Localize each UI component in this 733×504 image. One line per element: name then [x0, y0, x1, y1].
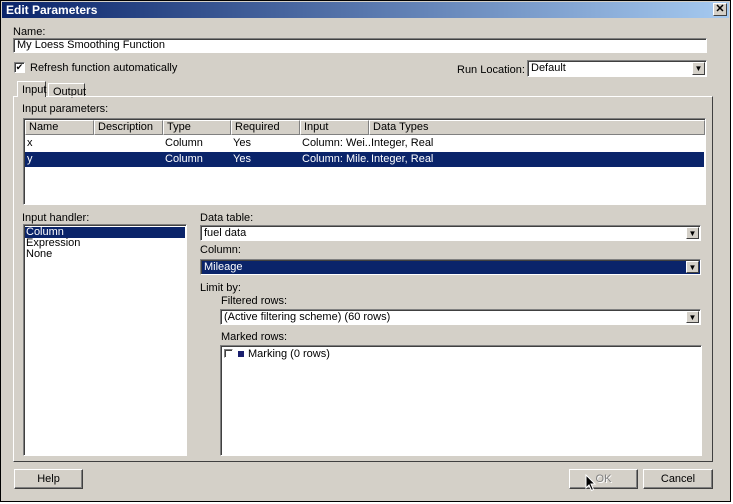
cell-name: y [27, 153, 33, 165]
cell-type: Column [165, 153, 203, 165]
marking-checkbox[interactable] [224, 349, 233, 358]
chevron-down-icon[interactable]: ▼ [686, 311, 699, 323]
col-header-type[interactable]: Type [163, 120, 231, 135]
input-handler-list: Column Expression None [23, 224, 187, 456]
tab-panel: Input parameters: Name Description Type … [13, 96, 713, 462]
cancel-button[interactable]: Cancel [643, 469, 713, 489]
filtered-rows-select[interactable]: (Active filtering scheme) (60 rows) ▼ [220, 309, 701, 325]
mouse-cursor-icon [585, 474, 597, 492]
input-parameters-table: Name Description Type Required Input Dat… [23, 118, 706, 205]
filtered-rows-value: (Active filtering scheme) (60 rows) [224, 311, 391, 323]
col-header-data-types[interactable]: Data Types [369, 120, 705, 135]
ok-button[interactable]: OK [569, 469, 638, 489]
title-bar: Edit Parameters ✕ [2, 2, 729, 18]
filtered-rows-label: Filtered rows: [221, 295, 288, 307]
limit-by-label: Limit by: [200, 282, 241, 294]
close-icon[interactable]: ✕ [713, 3, 727, 16]
data-table-select[interactable]: fuel data ▼ [200, 225, 701, 241]
table-row[interactable]: y Column Yes Column: Mile... Integer, Re… [25, 152, 704, 167]
run-location-select[interactable]: Default ▼ [527, 60, 707, 77]
list-item[interactable]: None [25, 249, 185, 260]
cell-data-types: Integer, Real [371, 137, 434, 149]
marking-label: Marking (0 rows) [248, 348, 330, 360]
run-location-label: Run Location: [457, 64, 525, 76]
window-title: Edit Parameters [6, 3, 98, 17]
refresh-checkbox[interactable]: ✔ [14, 62, 25, 73]
cell-required: Yes [233, 153, 251, 165]
cell-input: Column: Wei... [302, 137, 370, 149]
tab-output[interactable]: Output [48, 83, 86, 98]
edit-parameters-dialog: Edit Parameters ✕ Name: My Loess Smoothi… [0, 0, 731, 502]
col-header-input[interactable]: Input [300, 120, 369, 135]
input-handler-label: Input handler: [22, 212, 90, 224]
cell-type: Column [165, 137, 203, 149]
column-label: Column: [200, 244, 241, 256]
input-params-label: Input parameters: [22, 103, 109, 115]
column-value: Mileage [204, 261, 243, 273]
cell-data-types: Integer, Real [371, 153, 434, 165]
chevron-down-icon[interactable]: ▼ [686, 227, 699, 239]
column-select[interactable]: Mileage ▼ [200, 259, 701, 275]
marking-color-swatch-icon [238, 351, 244, 357]
data-table-label: Data table: [200, 212, 254, 224]
refresh-label: Refresh function automatically [30, 62, 178, 74]
name-input[interactable]: My Loess Smoothing Function [13, 38, 707, 53]
cell-name: x [27, 137, 33, 149]
chevron-down-icon[interactable]: ▼ [686, 261, 699, 273]
marked-rows-label: Marked rows: [221, 331, 288, 343]
data-table-value: fuel data [204, 227, 247, 239]
col-header-name[interactable]: Name [25, 120, 94, 135]
chevron-down-icon[interactable]: ▼ [692, 62, 705, 75]
run-location-value: Default [531, 62, 566, 74]
col-header-description[interactable]: Description [94, 120, 163, 135]
marked-rows-list: Marking (0 rows) [220, 345, 702, 456]
help-button[interactable]: Help [14, 469, 83, 489]
tab-input[interactable]: Input [17, 81, 46, 97]
col-header-required[interactable]: Required [231, 120, 300, 135]
cell-input: Column: Mile... [302, 153, 370, 165]
name-label: Name: [13, 26, 46, 38]
table-row[interactable]: x Column Yes Column: Wei... Integer, Rea… [25, 136, 704, 151]
cell-required: Yes [233, 137, 251, 149]
